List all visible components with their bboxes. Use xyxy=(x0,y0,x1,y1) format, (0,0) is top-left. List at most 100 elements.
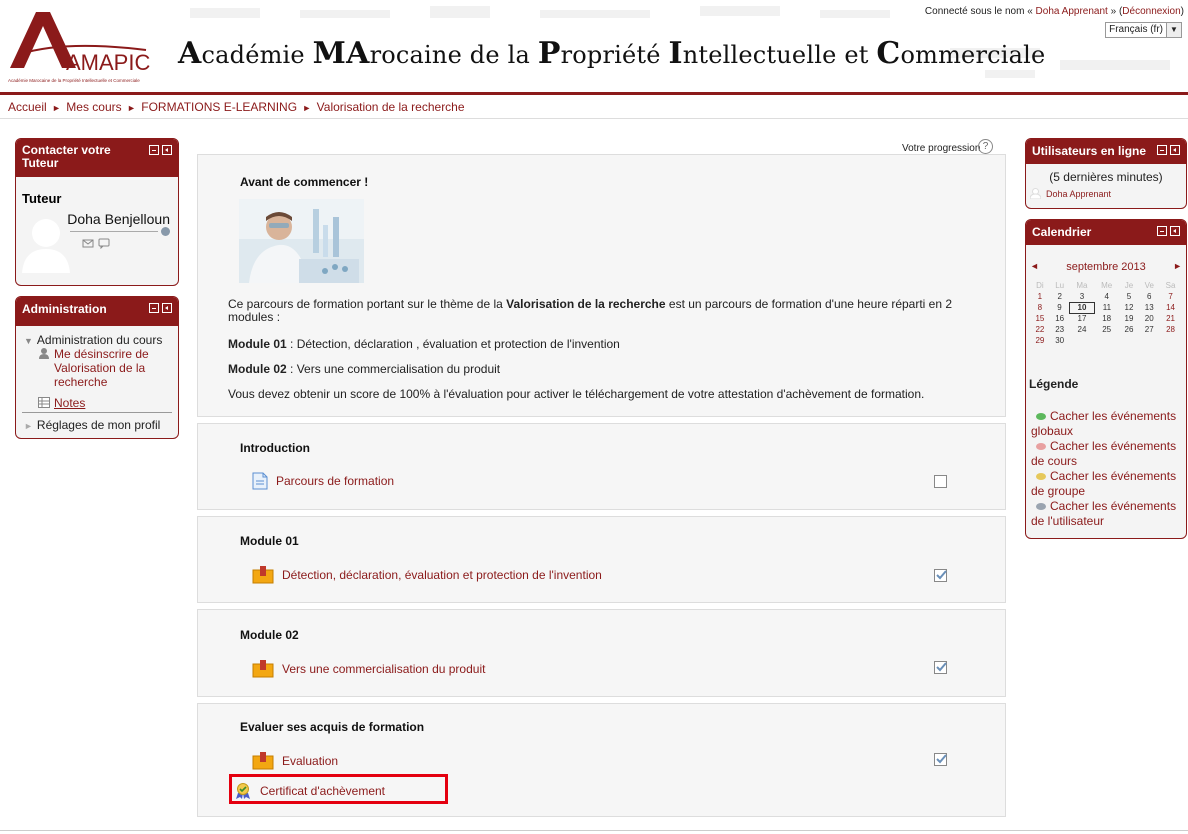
dock-block-icon[interactable] xyxy=(1170,145,1180,155)
activity-evaluation[interactable]: Evaluation xyxy=(252,752,338,770)
legend-item[interactable]: Cacher les événements de l'utilisateur xyxy=(1031,499,1176,529)
user-profile-link[interactable]: Doha Apprenant xyxy=(1036,6,1108,17)
activity-link[interactable]: Détection, déclaration, évaluation et pr… xyxy=(282,568,602,582)
tutor-name[interactable]: Doha Benjelloun xyxy=(67,211,170,227)
calendar-day[interactable]: 2 xyxy=(1050,291,1070,302)
calendar-day[interactable]: 22 xyxy=(1030,324,1050,335)
calendar-day[interactable]: 28 xyxy=(1160,324,1182,335)
calendar-day[interactable]: 9 xyxy=(1050,302,1070,313)
send-message-icon[interactable] xyxy=(82,237,94,249)
calendar-day[interactable]: 12 xyxy=(1119,302,1139,313)
calendar-day[interactable]: 8 xyxy=(1030,302,1050,313)
breadcrumb-course[interactable]: Valorisation de la recherche xyxy=(317,100,465,114)
calendar-month[interactable]: septembre 2013 xyxy=(1026,261,1186,273)
amapic-logo[interactable]: AMAPIC Académie Marocaine de la Propriét… xyxy=(6,6,156,86)
legend-label[interactable]: de groupe xyxy=(1031,484,1085,498)
tutor-avatar[interactable] xyxy=(22,213,70,273)
calendar-day[interactable]: 16 xyxy=(1050,313,1070,324)
calendar-day[interactable]: 3 xyxy=(1070,291,1095,302)
breadcrumb-home[interactable]: Accueil xyxy=(8,100,47,114)
completion-checkbox-checked[interactable] xyxy=(934,661,947,674)
legend-item[interactable]: Cacher les événements de cours xyxy=(1031,439,1176,469)
online-users-block: Utilisateurs en ligne (5 dernières minut… xyxy=(1025,138,1187,209)
course-admin-node[interactable]: ▼ Administration du cours xyxy=(24,333,162,347)
breadcrumb-my-courses[interactable]: Mes cours xyxy=(66,100,121,114)
calendar-day[interactable]: 19 xyxy=(1119,313,1139,324)
hide-block-icon[interactable] xyxy=(149,145,159,155)
collapsed-arrow-icon[interactable]: ► xyxy=(24,421,33,431)
notes-link[interactable]: Notes xyxy=(54,396,85,410)
section-title: Module 01 xyxy=(240,534,299,548)
calendar-day[interactable]: 21 xyxy=(1160,313,1182,324)
site-title-part: C xyxy=(876,36,901,71)
calendar-day[interactable]: 20 xyxy=(1139,313,1160,324)
eye-icon[interactable] xyxy=(1036,443,1046,451)
calendar-day[interactable]: 13 xyxy=(1139,302,1160,313)
eye-icon[interactable] xyxy=(1036,503,1046,511)
legend-label[interactable]: Cacher les événements xyxy=(1050,409,1176,423)
legend-label[interactable]: globaux xyxy=(1031,424,1073,438)
logout-link[interactable]: Déconnexion xyxy=(1122,6,1180,17)
calendar-day[interactable]: 5 xyxy=(1119,291,1139,302)
legend-label[interactable]: de cours xyxy=(1031,454,1077,468)
online-user-item[interactable]: Doha Apprenant xyxy=(1030,188,1111,199)
calendar-day[interactable]: 11 xyxy=(1094,302,1119,313)
online-user-link[interactable]: Doha Apprenant xyxy=(1046,189,1111,199)
unenrol-link[interactable]: Me désinscrire de Valorisation de la rec… xyxy=(54,347,149,389)
calendar-day[interactable]: 30 xyxy=(1050,335,1070,346)
section-title: Evaluer ses acquis de formation xyxy=(240,720,425,734)
hide-block-icon[interactable] xyxy=(149,303,159,313)
calendar-day[interactable]: 4 xyxy=(1094,291,1119,302)
chat-icon[interactable] xyxy=(98,237,110,249)
calendar-today[interactable]: 10 xyxy=(1069,301,1095,314)
legend-label[interactable]: Cacher les événements xyxy=(1050,499,1176,513)
legend-label[interactable]: Cacher les événements xyxy=(1050,439,1176,453)
legend-item[interactable]: Cacher les événements de groupe xyxy=(1031,469,1176,499)
calendar-day[interactable]: 25 xyxy=(1094,324,1119,335)
eye-icon[interactable] xyxy=(1036,413,1046,421)
calendar-day[interactable]: 15 xyxy=(1030,313,1050,324)
dock-block-icon[interactable] xyxy=(1170,226,1180,236)
legend-label[interactable]: Cacher les événements xyxy=(1050,469,1176,483)
legend-label[interactable]: de l'utilisateur xyxy=(1031,514,1104,528)
completion-checkbox-checked[interactable] xyxy=(934,753,947,766)
calendar-day[interactable]: 26 xyxy=(1119,324,1139,335)
calendar-day[interactable]: 1 xyxy=(1030,291,1050,302)
calendar-next-month-icon[interactable]: ► xyxy=(1173,261,1182,271)
breadcrumb-category[interactable]: FORMATIONS E-LEARNING xyxy=(141,100,297,114)
activity-link[interactable]: Evaluation xyxy=(282,754,338,768)
completion-checkbox[interactable] xyxy=(934,475,947,488)
calendar-day xyxy=(1094,335,1119,346)
calendar-day[interactable]: 29 xyxy=(1030,335,1050,346)
calendar-day[interactable]: 6 xyxy=(1139,291,1160,302)
activity-link[interactable]: Parcours de formation xyxy=(276,474,394,488)
help-icon[interactable]: ? xyxy=(978,139,993,154)
dock-block-icon[interactable] xyxy=(162,303,172,313)
calendar-day xyxy=(1139,335,1160,346)
calendar-day[interactable]: 23 xyxy=(1050,324,1070,335)
hide-block-icon[interactable] xyxy=(1157,145,1167,155)
language-select[interactable]: Français (fr) ▼ xyxy=(1105,22,1182,38)
activity-module01[interactable]: Détection, déclaration, évaluation et pr… xyxy=(252,566,602,584)
hide-block-icon[interactable] xyxy=(1157,226,1167,236)
contact-tutor-title: Contacter votre Tuteur xyxy=(22,143,111,170)
intro-title: Avant de commencer ! xyxy=(240,175,369,189)
calendar-day[interactable]: 14 xyxy=(1160,302,1182,313)
module1-description: Module 01 : Détection, déclaration , éva… xyxy=(228,337,620,351)
scorm-package-icon xyxy=(252,752,274,770)
activity-parcours[interactable]: Parcours de formation xyxy=(252,472,394,490)
calendar-day[interactable]: 24 xyxy=(1070,324,1095,335)
activity-module02[interactable]: Vers une commercialisation du produit xyxy=(252,660,485,678)
calendar-day[interactable]: 17 xyxy=(1070,313,1095,324)
calendar-day[interactable]: 27 xyxy=(1139,324,1160,335)
chevron-down-icon[interactable]: ▼ xyxy=(1166,23,1181,37)
calendar-day[interactable]: 7 xyxy=(1160,291,1182,302)
eye-icon[interactable] xyxy=(1036,473,1046,481)
completion-checkbox-checked[interactable] xyxy=(934,569,947,582)
expanded-arrow-icon[interactable]: ▼ xyxy=(24,336,33,346)
dock-block-icon[interactable] xyxy=(162,145,172,155)
legend-item[interactable]: Cacher les événements globaux xyxy=(1031,409,1176,439)
activity-link[interactable]: Vers une commercialisation du produit xyxy=(282,662,485,676)
calendar-day[interactable]: 18 xyxy=(1094,313,1119,324)
profile-settings-node[interactable]: ► Réglages de mon profil xyxy=(24,418,160,432)
